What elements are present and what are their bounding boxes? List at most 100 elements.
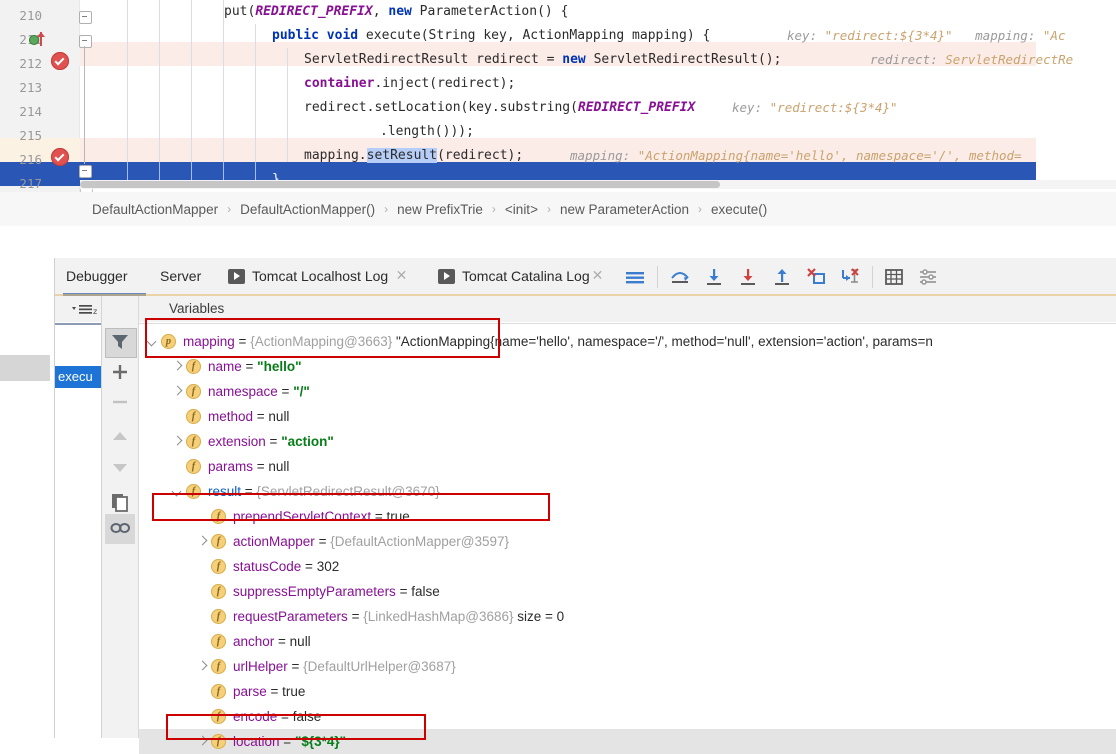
variable-name: extension [208, 434, 266, 449]
variable-row[interactable]: f name = "hello" [139, 354, 1116, 379]
chevron-right-icon[interactable] [195, 535, 209, 549]
step-over-icon[interactable] [668, 265, 692, 289]
chevron-right-icon[interactable] [170, 385, 184, 399]
variable-text: urlHelper = {DefaultUrlHelper@3687} [233, 659, 456, 674]
variable-name: name [208, 359, 242, 374]
frames-panel[interactable]: z execu [55, 296, 102, 738]
move-up-icon[interactable] [108, 424, 132, 448]
variable-row[interactable]: f statusCode = 302 [139, 554, 1116, 579]
variable-row[interactable]: f requestParameters = {LinkedHashMap@3686… [139, 604, 1116, 629]
variable-name: suppressEmptyParameters [233, 584, 396, 599]
variable-row[interactable]: p mapping = {ActionMapping@3663} "ActionM… [139, 329, 1116, 354]
inline-hint-216[interactable]: mapping: "ActionMapping{name='hello', na… [570, 144, 1022, 168]
variable-row[interactable]: f params = null [139, 454, 1116, 479]
breakpoint-icon[interactable] [51, 148, 69, 166]
field-badge-icon: f [211, 609, 226, 624]
breadcrumb-item[interactable]: <init> [505, 202, 538, 217]
variable-equals: = [241, 359, 258, 374]
chevron-right-icon[interactable] [195, 660, 209, 674]
inspect-icon[interactable] [108, 516, 132, 540]
frame-list-item-selected[interactable]: execu [55, 366, 101, 388]
variables-panel[interactable]: Variables p mapping = {ActionMapping@3663… [139, 296, 1116, 754]
variable-row[interactable]: f actionMapper = {DefaultActionMapper@359… [139, 529, 1116, 554]
code-token: , [372, 4, 389, 19]
tool-window-stripe[interactable] [0, 226, 55, 738]
breadcrumb-separator: › [384, 202, 389, 216]
variable-value: null [268, 409, 290, 424]
variable-equals: = [253, 459, 269, 474]
variable-row[interactable]: f extension = "action" [139, 429, 1116, 454]
code-editor[interactable]: 210 211 212 213 214 215 216 217 [0, 0, 1116, 192]
code-text-area[interactable]: put(REDIRECT_PREFIX, new ParameterAction… [80, 0, 1116, 187]
variable-reference: {LinkedHashMap@3686} [363, 609, 514, 624]
force-step-into-icon[interactable] [736, 265, 760, 289]
move-down-icon[interactable] [108, 456, 132, 480]
variable-text: suppressEmptyParameters = false [233, 584, 440, 599]
code-token-keyword: void [326, 28, 359, 43]
remove-watch-icon[interactable] [108, 390, 132, 414]
chevron-down-icon[interactable] [145, 335, 159, 349]
variable-name: location [233, 734, 280, 749]
variable-value: null [289, 634, 311, 649]
breadcrumb-item[interactable]: new PrefixTrie [397, 202, 483, 217]
override-method-icon[interactable] [29, 31, 47, 49]
breadcrumb-item[interactable]: DefaultActionMapper() [240, 202, 375, 217]
tab-tomcat-catalina-log[interactable]: Tomcat Catalina Log [438, 258, 590, 294]
tab-server[interactable]: Server [160, 258, 201, 294]
line-number: 214 [19, 104, 42, 119]
run-to-cursor-icon[interactable] [838, 265, 862, 289]
variable-name: encode [233, 709, 278, 724]
show-execution-point-icon[interactable] [623, 265, 647, 289]
variable-row[interactable]: f parse = true [139, 679, 1116, 704]
variable-value: 302 [316, 559, 340, 574]
variable-row[interactable]: f location = "${3*4}" [139, 729, 1116, 754]
evaluate-expression-icon[interactable] [882, 265, 906, 289]
variable-row[interactable]: f encode = false [139, 704, 1116, 729]
scrollbar-thumb[interactable] [80, 181, 720, 188]
variable-name: parse [233, 684, 267, 699]
chevron-right-icon[interactable] [195, 735, 209, 749]
hint-value: ServletRedirectRe [945, 52, 1074, 67]
variable-row[interactable]: f result = {ServletRedirectResult@3670} [139, 479, 1116, 504]
breadcrumb[interactable]: DefaultActionMapper › DefaultActionMapper(… [0, 192, 1116, 227]
tab-close-icon[interactable]: ✕ [395, 268, 408, 282]
variable-row[interactable]: f namespace = "/" [139, 379, 1116, 404]
add-watch-icon[interactable] [108, 360, 132, 384]
settings-icon[interactable] [916, 265, 940, 289]
filter-icon[interactable] [108, 330, 132, 354]
line-number: 210 [19, 8, 42, 23]
indent-guide [287, 48, 288, 162]
breakpoint-icon[interactable] [51, 52, 69, 70]
inline-hint-214[interactable]: key: "redirect:${3*4}" [732, 96, 898, 120]
toolbar-separator [872, 266, 873, 288]
editor-horizontal-scrollbar[interactable] [80, 180, 1116, 189]
copy-value-icon[interactable] [108, 490, 132, 514]
chevron-right-icon[interactable] [170, 360, 184, 374]
variable-text: namespace = "/" [208, 384, 310, 399]
variable-row[interactable]: f anchor = null [139, 629, 1116, 654]
line-number: 217 [19, 176, 42, 191]
tab-close-icon[interactable]: ✕ [591, 268, 604, 282]
variable-reference: {ServletRedirectResult@3670} [256, 484, 440, 499]
variable-value: "action" [281, 434, 334, 449]
code-token: execute(String key, ActionMapping mappin… [358, 28, 711, 43]
variable-row[interactable]: f urlHelper = {DefaultUrlHelper@3687} [139, 654, 1116, 679]
inline-hint-212[interactable]: redirect: ServletRedirectRe [870, 48, 1073, 72]
breadcrumb-item[interactable]: new ParameterAction [560, 202, 689, 217]
step-out-icon[interactable] [770, 265, 794, 289]
drop-frame-icon[interactable] [804, 265, 828, 289]
chevron-down-icon[interactable] [170, 485, 184, 499]
variable-row[interactable]: f suppressEmptyParameters = false [139, 579, 1116, 604]
chevron-right-icon[interactable] [170, 435, 184, 449]
breadcrumb-item[interactable]: execute() [711, 202, 767, 217]
variable-row[interactable]: f method = null [139, 404, 1116, 429]
frames-header: z [55, 296, 101, 322]
variables-toolbar[interactable] [102, 296, 139, 738]
inline-hint-211[interactable]: key: "redirect:${3*4}" mapping: "Ac [787, 24, 1065, 48]
variable-row[interactable]: f prependServletContext = true [139, 504, 1116, 529]
step-into-icon[interactable] [702, 265, 726, 289]
tab-debugger[interactable]: Debugger [66, 258, 128, 294]
tab-tomcat-localhost-log[interactable]: Tomcat Localhost Log [228, 258, 388, 294]
breadcrumb-item[interactable]: DefaultActionMapper [92, 202, 218, 217]
debug-tab-bar[interactable]: Debugger Server Tomcat Localhost Log ✕ T… [55, 258, 1116, 296]
